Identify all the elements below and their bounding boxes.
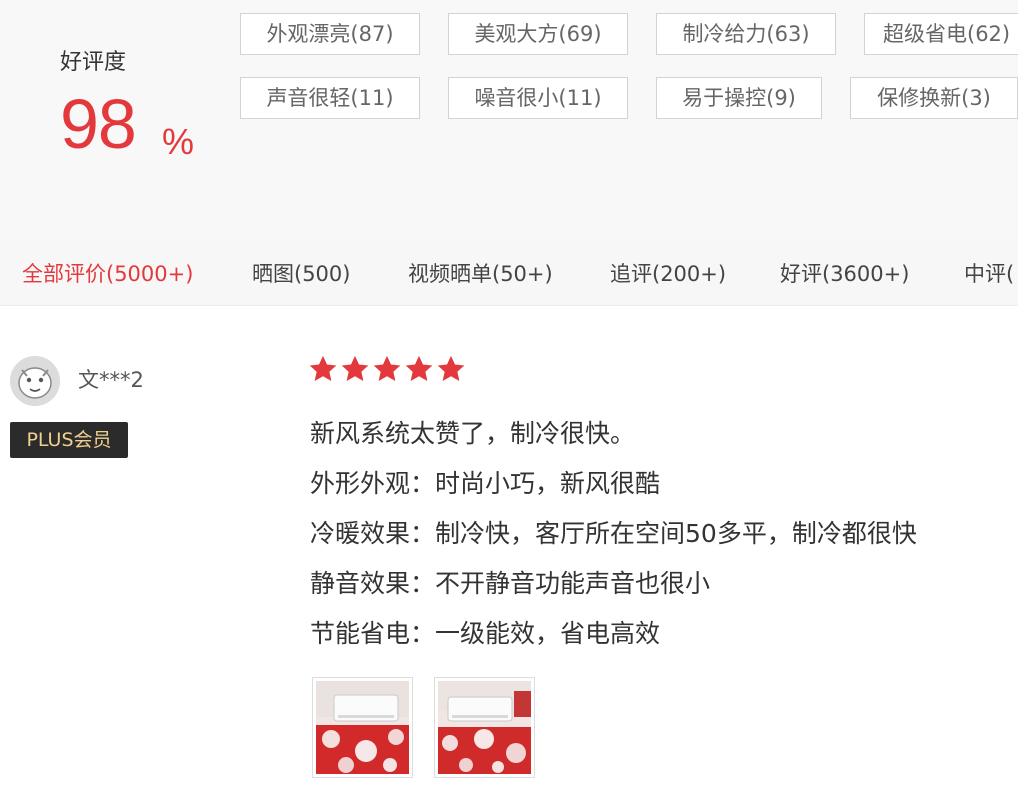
review-filter-tabs: 全部评价(5000+) 晒图(500) 视频晒单(50+) 追评(200+) 好… xyxy=(0,242,1018,306)
tag-energy-saving[interactable]: 超级省电(62) xyxy=(864,13,1018,55)
plus-member-badge: PLUS会员 xyxy=(10,422,128,458)
star-icon xyxy=(341,355,369,381)
review-page: 好评度 98 % 外观漂亮(87) 美观大方(69) 制冷给力(63) 超级省电… xyxy=(0,0,1018,808)
tag-design[interactable]: 美观大方(69) xyxy=(448,13,628,55)
tag-quiet-sound[interactable]: 声音很轻(11) xyxy=(240,77,420,119)
tab-neutral[interactable]: 中评( xyxy=(964,242,1014,306)
review-text-line: 新风系统太赞了，制冷很快。 xyxy=(310,419,636,448)
star-icon xyxy=(437,355,465,381)
tab-positive[interactable]: 好评(3600+) xyxy=(780,242,909,306)
tag-cooling[interactable]: 制冷给力(63) xyxy=(656,13,836,55)
reviewer-name[interactable]: 文***2 xyxy=(78,364,144,394)
avatar-face-icon[interactable] xyxy=(10,356,60,406)
star-icon xyxy=(309,355,337,381)
rate-label: 好评度 xyxy=(60,50,127,75)
rate-unit: % xyxy=(162,121,195,162)
star-icon xyxy=(405,355,433,381)
tab-photos[interactable]: 晒图(500) xyxy=(252,242,350,306)
review-photo-thumbnail[interactable] xyxy=(434,677,535,778)
review-text-line: 冷暖效果：制冷快，客厅所在空间50多平，制冷都很快 xyxy=(310,519,917,548)
review-photo-thumbnail[interactable] xyxy=(312,677,413,778)
tag-low-noise[interactable]: 噪音很小(11) xyxy=(448,77,628,119)
tab-all-reviews[interactable]: 全部评价(5000+) xyxy=(22,242,193,306)
tag-easy-control[interactable]: 易于操控(9) xyxy=(656,77,822,119)
review-text-line: 节能省电：一级能效，省电高效 xyxy=(310,619,661,648)
rate-value: 98 xyxy=(60,85,137,163)
tab-follow-up[interactable]: 追评(200+) xyxy=(610,242,726,306)
star-icon xyxy=(373,355,401,381)
review-text-line: 静音效果：不开静音功能声音也很小 xyxy=(310,569,711,598)
review-text-line: 外形外观：时尚小巧，新风很酷 xyxy=(310,469,661,498)
tag-warranty[interactable]: 保修换新(3) xyxy=(850,77,1018,119)
rating-summary: 好评度 98 % 外观漂亮(87) 美观大方(69) 制冷给力(63) 超级省电… xyxy=(0,0,1018,242)
tag-appearance[interactable]: 外观漂亮(87) xyxy=(240,13,420,55)
tab-video-reviews[interactable]: 视频晒单(50+) xyxy=(408,242,553,306)
